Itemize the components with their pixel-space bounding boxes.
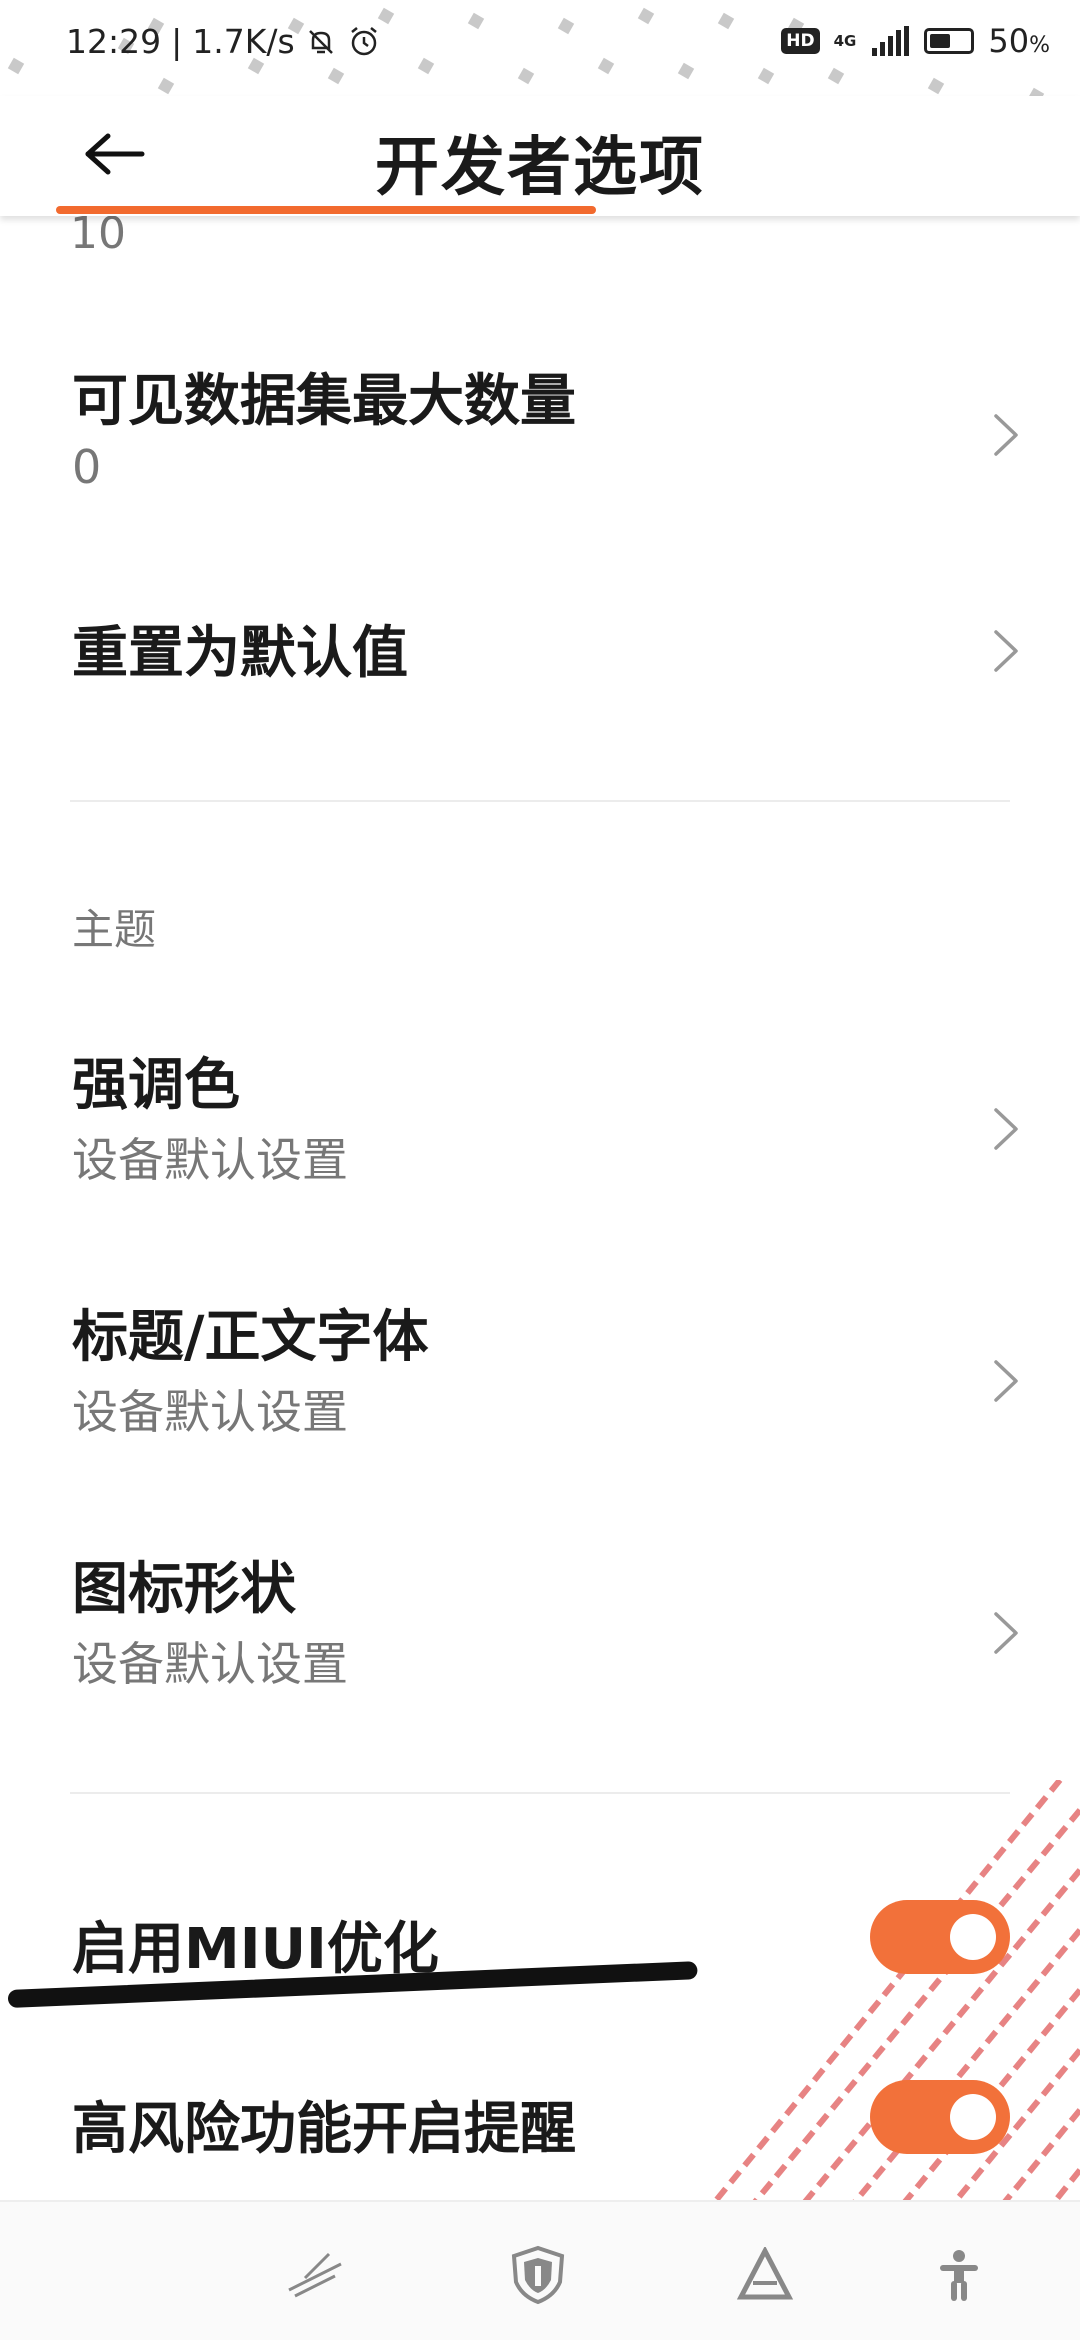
toggle-knob xyxy=(950,1914,996,1960)
page-title: 开发者选项 xyxy=(375,131,705,205)
bottom-nav xyxy=(0,2200,1080,2340)
section-label-theme: 主题 xyxy=(72,905,157,954)
network-speed: 1.7K/s xyxy=(192,22,295,61)
miui-optimization-toggle[interactable] xyxy=(870,1900,1010,1974)
muted-bell-icon xyxy=(308,29,333,54)
setting-max-datasets[interactable]: 可见数据集最大数量 0 xyxy=(0,356,1080,546)
status-right: HD 4G 50% xyxy=(781,22,1050,60)
chevron-right-icon xyxy=(994,630,1018,672)
setting-accent-color[interactable]: 强调色 设备默认设置 xyxy=(0,1040,1080,1230)
setting-title: 图标形状 xyxy=(72,1557,296,1622)
status-left: 12:29 | 1.7K/s xyxy=(66,22,381,61)
chevron-right-icon xyxy=(994,1612,1018,1654)
setting-headline-font[interactable]: 标题/正文字体 设备默认设置 xyxy=(0,1292,1080,1482)
section-divider xyxy=(70,1792,1010,1794)
setting-title: 启用MIUI优化 xyxy=(72,1917,439,1982)
toggle-knob xyxy=(950,2094,996,2140)
title-underline xyxy=(56,206,596,214)
triangle-icon[interactable] xyxy=(730,2240,800,2310)
setting-value: 0 xyxy=(72,440,102,494)
accessibility-icon-graphic xyxy=(940,2250,978,2301)
setting-title: 标题/正文字体 xyxy=(72,1305,429,1370)
setting-value: 设备默认设置 xyxy=(72,1637,348,1691)
setting-title: 重置为默认值 xyxy=(72,621,408,686)
triangle-icon-graphic xyxy=(737,2247,793,2300)
status-bar: 12:29 | 1.7K/s HD 4G 50% xyxy=(0,0,1080,96)
signal-icon xyxy=(872,26,910,56)
setting-title: 强调色 xyxy=(72,1053,240,1118)
setting-value: 设备默认设置 xyxy=(72,1385,348,1439)
chevron-right-icon xyxy=(994,1108,1018,1150)
hd-badge: HD xyxy=(781,28,820,54)
high-risk-reminder-toggle[interactable] xyxy=(870,2080,1010,2154)
status-time: 12:29 xyxy=(66,22,162,61)
setting-high-risk-reminder[interactable]: 高风险功能开启提醒 xyxy=(0,2074,1080,2184)
network-type: 4G xyxy=(833,31,857,50)
section-divider xyxy=(70,800,1010,802)
setting-reset-default[interactable]: 重置为默认值 xyxy=(0,608,1080,718)
setting-title: 高风险功能开启提醒 xyxy=(72,2097,576,2162)
app-header: 开发者选项 xyxy=(0,96,1080,216)
setting-icon-shape[interactable]: 图标形状 设备默认设置 xyxy=(0,1544,1080,1734)
alarm-icon xyxy=(350,26,377,55)
chevron-right-icon xyxy=(994,1360,1018,1402)
status-separator: | xyxy=(171,22,183,61)
setting-title: 可见数据集最大数量 xyxy=(72,369,576,434)
chevron-right-icon xyxy=(994,414,1018,456)
streak-icon[interactable] xyxy=(280,2240,350,2310)
battery-icon xyxy=(924,28,975,54)
shield-icon[interactable] xyxy=(503,2240,573,2310)
accessibility-icon[interactable] xyxy=(924,2240,994,2310)
shield-icon-graphic xyxy=(511,2245,565,2305)
battery-level: 50% xyxy=(988,22,1050,60)
streak-icon-graphic xyxy=(288,2252,342,2298)
setting-value: 设备默认设置 xyxy=(72,1133,348,1187)
